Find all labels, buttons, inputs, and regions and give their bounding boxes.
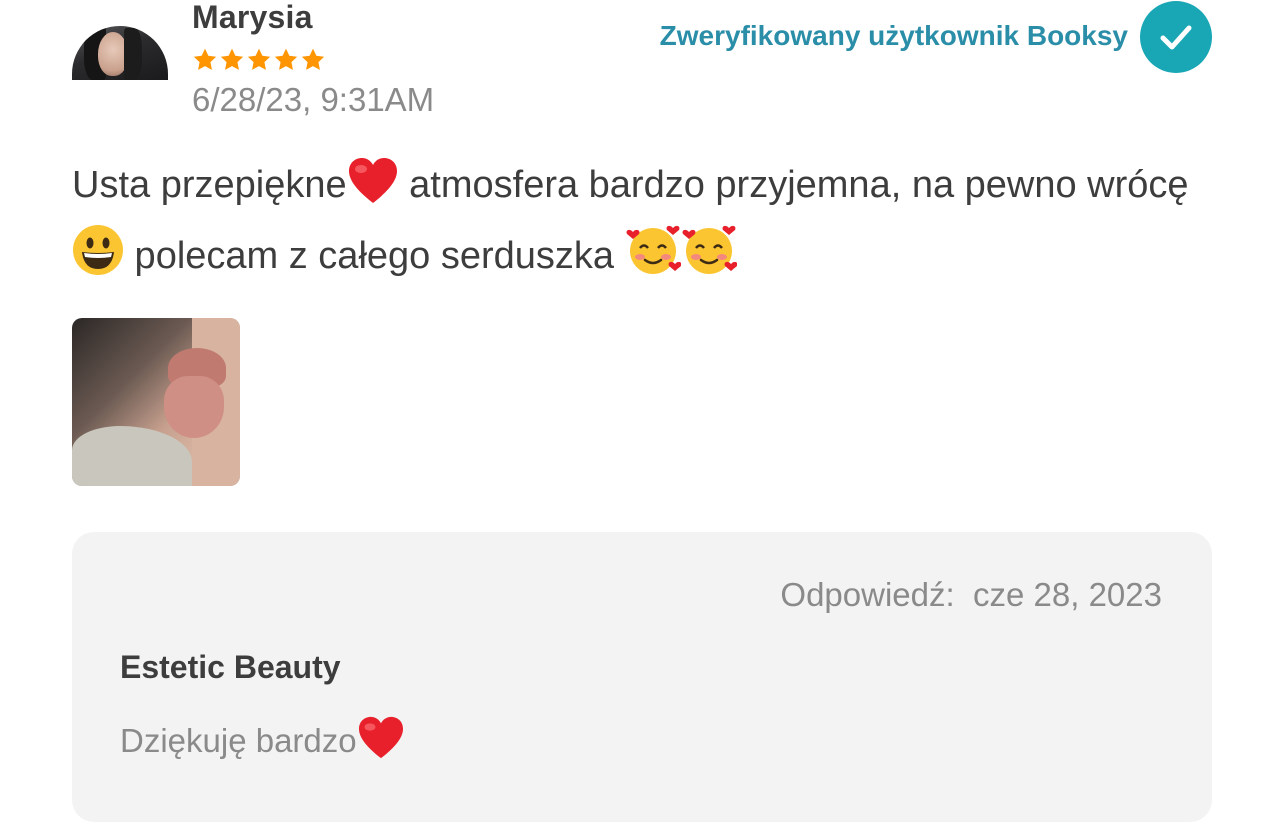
- verified-user-label: Zweryfikowany użytkownik Booksy: [659, 20, 1128, 51]
- star-icon: [246, 47, 272, 73]
- reply-date-label: Odpowiedź:: [780, 576, 955, 613]
- review-text-part: polecam z całego serduszka: [124, 235, 625, 277]
- reply-date: Odpowiedź: cze 28, 2023: [780, 576, 1162, 614]
- reply-author: Estetic Beauty: [120, 649, 341, 685]
- reviewer-name: Marysia: [192, 0, 313, 35]
- grinning-face-emoji-icon: [72, 225, 124, 277]
- star-icon: [273, 47, 299, 73]
- star-icon: [300, 47, 326, 73]
- red-heart-emoji-icon: [357, 716, 405, 759]
- verified-check-icon: [1140, 1, 1212, 73]
- reply-text: Dziękuję bardzo: [120, 716, 405, 760]
- reply-date-value: cze 28, 2023: [973, 576, 1162, 613]
- avatar[interactable]: [72, 26, 168, 80]
- review-text-part: atmosfera bardzo przyjemna, na pewno wró…: [398, 164, 1189, 206]
- star-icon: [192, 47, 218, 73]
- review-text-part: Usta przepiękne: [72, 164, 347, 206]
- review-text: Usta przepiękne atmosfera bardzo przyjem…: [72, 150, 1212, 292]
- review-date: 6/28/23, 9:31AM: [192, 81, 435, 118]
- star-icon: [219, 47, 245, 73]
- reply-card: Odpowiedź: cze 28, 2023 Estetic Beauty D…: [72, 532, 1212, 822]
- review-photo[interactable]: [72, 318, 240, 486]
- smiling-face-with-hearts-emoji-icon: [625, 225, 681, 277]
- smiling-face-with-hearts-emoji-icon: [681, 225, 737, 277]
- star-rating: [192, 47, 326, 73]
- reply-text-content: Dziękuję bardzo: [120, 722, 357, 759]
- red-heart-emoji-icon: [347, 158, 399, 206]
